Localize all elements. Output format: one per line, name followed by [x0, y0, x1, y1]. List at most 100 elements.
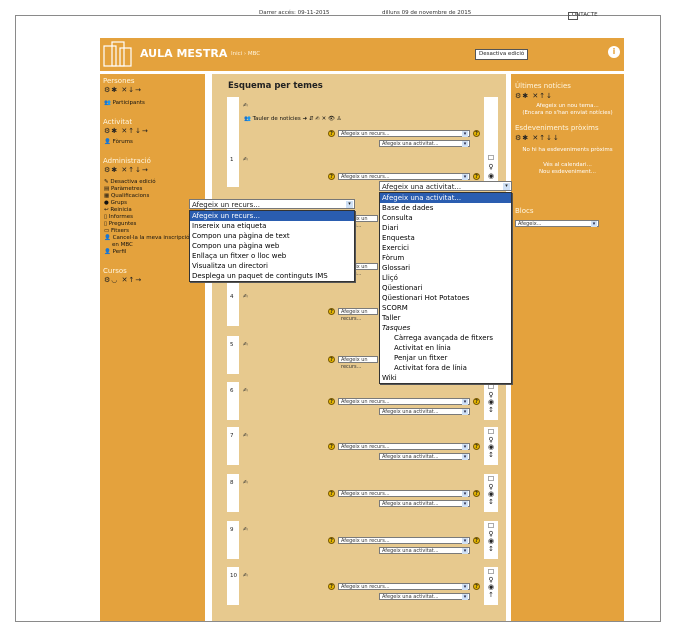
- lightbulb-icon[interactable]: ♀: [486, 164, 496, 171]
- eye-icon[interactable]: ◉: [486, 491, 496, 498]
- eye-icon[interactable]: ◉: [486, 538, 496, 545]
- add-activity-select[interactable]: Afegeix una activitat... ▾: [379, 547, 470, 554]
- add-news-link[interactable]: Afegeix un nou tema...: [511, 103, 624, 109]
- block-controls-icon[interactable]: ⚙◡ ✕↑→: [104, 276, 142, 284]
- edit-summary-icon[interactable]: ✍: [243, 293, 248, 300]
- calendar-link[interactable]: Vés al calendari...: [511, 162, 624, 168]
- edit-summary-icon[interactable]: ✍: [243, 479, 248, 486]
- help-icon[interactable]: ?: [473, 583, 480, 590]
- eye-icon[interactable]: ◉: [486, 444, 496, 451]
- new-event-link[interactable]: Nou esdeveniment...: [511, 169, 624, 175]
- help-icon[interactable]: ?: [328, 173, 335, 180]
- activity-option[interactable]: SCORM: [380, 303, 511, 313]
- eye-icon[interactable]: ◉: [486, 173, 496, 180]
- add-resource-select[interactable]: Afegeix un recurs...: [338, 308, 378, 322]
- help-icon[interactable]: ?: [328, 537, 335, 544]
- activity-option[interactable]: Tasques: [380, 323, 511, 333]
- admin-item-desactiva[interactable]: ✎ Desactiva edició: [104, 179, 156, 185]
- admin-item-cancel-course[interactable]: en MBC: [112, 242, 133, 248]
- activity-option[interactable]: Penjar un fitxer: [380, 353, 511, 363]
- participants-link[interactable]: 👥 Participants: [104, 100, 145, 106]
- add-resource-select[interactable]: Afegeix un recurs... ▾: [338, 490, 470, 497]
- help-icon[interactable]: ?: [328, 443, 335, 450]
- edit-summary-icon[interactable]: ✍: [243, 387, 248, 394]
- admin-item-grups[interactable]: ● Grups: [104, 200, 127, 206]
- activity-option[interactable]: Activitat fora de línia: [380, 363, 511, 373]
- add-activity-select[interactable]: Afegeix una activitat... ▾: [379, 453, 470, 460]
- edit-summary-icon[interactable]: ✍: [243, 156, 248, 163]
- activity-option[interactable]: Consulta: [380, 213, 511, 223]
- edit-summary-icon[interactable]: ✍: [243, 572, 248, 579]
- checkbox-icon[interactable]: ☐: [486, 523, 496, 530]
- block-controls-icon[interactable]: ⚙✱ ✕↑↓→: [104, 127, 149, 135]
- block-controls-icon[interactable]: ⚙✱ ✕↑↓: [515, 92, 553, 100]
- activity-option[interactable]: Afegeix una activitat...: [380, 193, 511, 203]
- activity-option[interactable]: Glossari: [380, 263, 511, 273]
- activity-option[interactable]: Qüestionari: [380, 283, 511, 293]
- add-activity-select[interactable]: Afegeix una activitat... ▾: [379, 140, 470, 147]
- move-arrows-icon[interactable]: ↕: [486, 407, 496, 414]
- checkbox-icon[interactable]: ☐: [486, 384, 496, 391]
- add-resource-select[interactable]: Afegeix un recurs... ▾: [338, 583, 470, 590]
- block-controls-icon[interactable]: ⚙✱ ✕↓→: [104, 86, 142, 94]
- breadcrumb[interactable]: Inici › MBC: [231, 51, 260, 57]
- resource-option[interactable]: Insereix una etiqueta: [190, 221, 354, 231]
- help-icon[interactable]: ?: [328, 490, 335, 497]
- help-icon[interactable]: ?: [328, 398, 335, 405]
- activity-option[interactable]: Diari: [380, 223, 511, 233]
- move-arrows-icon[interactable]: ↕: [486, 499, 496, 506]
- activity-option[interactable]: Exercici: [380, 243, 511, 253]
- admin-item-qualificacions[interactable]: ▦ Qualificacions: [104, 193, 149, 199]
- admin-item-reinicia[interactable]: ↩ Reinicia: [104, 207, 132, 213]
- block-controls-icon[interactable]: ⚙✱ ✕↑↓→: [104, 166, 149, 174]
- edit-summary-icon[interactable]: ✍: [243, 432, 248, 439]
- add-resource-select[interactable]: Afegeix un recurs... ▾: [338, 443, 470, 450]
- edit-summary-icon[interactable]: ✍: [243, 341, 248, 348]
- admin-item-preguntes[interactable]: ▯ Preguntes: [104, 221, 136, 227]
- info-icon[interactable]: i: [608, 46, 620, 58]
- move-arrows-icon[interactable]: ↕: [486, 546, 496, 553]
- help-icon[interactable]: ?: [473, 490, 480, 497]
- help-icon[interactable]: ?: [328, 130, 335, 137]
- activity-option[interactable]: Lliçó: [380, 273, 511, 283]
- admin-item-informes[interactable]: ▯ Informes: [104, 214, 133, 220]
- add-resource-select[interactable]: Afegeix un recurs... ▾: [338, 173, 470, 180]
- add-activity-select[interactable]: Afegeix una activitat... ▾: [379, 593, 470, 600]
- site-name[interactable]: AULA MESTRA: [140, 47, 227, 60]
- edit-summary-icon[interactable]: ✍: [243, 102, 248, 109]
- resource-option[interactable]: Afegeix un recurs...: [190, 211, 354, 221]
- help-icon[interactable]: ?: [328, 583, 335, 590]
- activity-option[interactable]: Qüestionari Hot Potatoes: [380, 293, 511, 303]
- help-icon[interactable]: ?: [473, 173, 480, 180]
- activity-option[interactable]: Càrrega avançada de fitxers: [380, 333, 511, 343]
- admin-item-cancel[interactable]: 👤 Cancel·la la meva inscripció: [104, 235, 190, 241]
- edit-summary-icon[interactable]: ✍: [243, 526, 248, 533]
- activity-dropdown-header[interactable]: Afegeix una activitat... ▾: [379, 181, 512, 191]
- admin-item-fitxers[interactable]: ▭ Fitxers: [104, 228, 129, 234]
- news-forum-link[interactable]: 👥 Tauler de notícies ➜ ⇵ ✍ ✕ 👁 ♙: [244, 116, 342, 122]
- add-activity-select[interactable]: Afegeix una activitat... ▾: [379, 500, 470, 507]
- activity-option[interactable]: Base de dades: [380, 203, 511, 213]
- add-block-select[interactable]: Afegeix... ▾: [515, 220, 599, 227]
- checkbox-icon[interactable]: ☐: [486, 569, 496, 576]
- activity-option[interactable]: Activitat en línia: [380, 343, 511, 353]
- add-activity-select[interactable]: Afegeix una activitat... ▾: [379, 408, 470, 415]
- add-resource-select[interactable]: Afegeix un recurs... ▾: [338, 130, 470, 137]
- activity-option[interactable]: Enquesta: [380, 233, 511, 243]
- admin-item-perfil[interactable]: 👤 Perfil: [104, 249, 126, 255]
- eye-icon[interactable]: ◉: [486, 399, 496, 406]
- help-icon[interactable]: ?: [473, 130, 480, 137]
- resource-option[interactable]: Enllaça un fitxer o lloc web: [190, 251, 354, 261]
- help-icon[interactable]: ?: [328, 356, 335, 363]
- activity-option[interactable]: Taller: [380, 313, 511, 323]
- move-arrows-icon[interactable]: ↕: [486, 452, 496, 459]
- forums-link[interactable]: 👤 Fòrums: [104, 139, 133, 145]
- help-icon[interactable]: ?: [473, 398, 480, 405]
- resource-option[interactable]: Visualitza un directori: [190, 261, 354, 271]
- help-icon[interactable]: ?: [328, 308, 335, 315]
- add-resource-select[interactable]: Afegeix un recurs... ▾: [338, 537, 470, 544]
- resource-dropdown-header[interactable]: Afegeix un recurs... ▾: [189, 199, 355, 209]
- toggle-editing-button[interactable]: Desactiva edició: [475, 49, 529, 60]
- activity-option[interactable]: Wiki: [380, 373, 511, 383]
- checkbox-icon[interactable]: ☐: [486, 429, 496, 436]
